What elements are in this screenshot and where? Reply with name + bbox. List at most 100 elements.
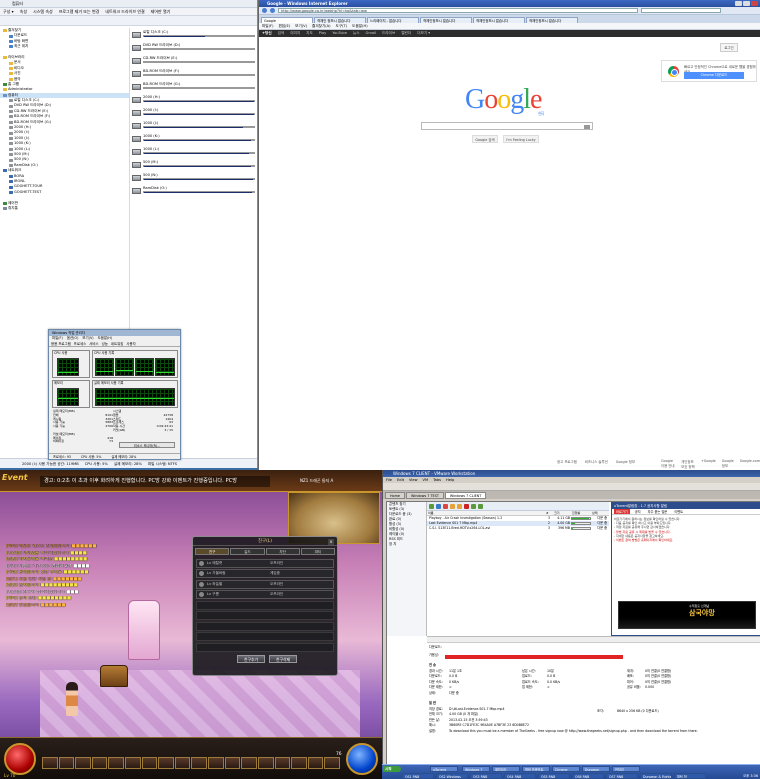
menu-item[interactable]: 편집(E) — [278, 23, 290, 29]
menu-item[interactable]: 보기(V) — [295, 23, 307, 29]
friend-tab[interactable]: 길드 — [230, 548, 265, 555]
tab-4[interactable]: 네트워킹 — [111, 341, 123, 346]
ie-tab[interactable]: 객체인정보시 없습니다 — [526, 16, 578, 23]
drive-item[interactable]: BD-ROM 드라이브 (G:) — [132, 82, 256, 95]
taskbar-button[interactable]: OS5 RNB — [538, 773, 570, 779]
google-bar-link[interactable]: 검색 — [278, 30, 285, 37]
popup-tab[interactable]: 공지 — [633, 509, 643, 514]
google-bar-link[interactable]: 드라이브 — [382, 30, 395, 37]
command-item[interactable]: 구성 ▾ — [3, 8, 14, 15]
skill-slot[interactable] — [241, 757, 257, 769]
close-icon[interactable] — [751, 1, 758, 6]
skill-slot[interactable] — [75, 757, 91, 769]
taskbar-button[interactable]: 채팅 창 — [674, 773, 706, 779]
nav-item[interactable]: 휴지통 — [0, 206, 129, 211]
add-url-icon[interactable] — [436, 503, 441, 509]
google-bar-link[interactable]: 지도 — [306, 30, 313, 37]
menu-item[interactable]: 도구(T) — [336, 23, 348, 29]
login-button[interactable]: 로그인 — [720, 43, 738, 52]
google-bar-link[interactable]: +당신 — [262, 30, 272, 37]
taskbar-button[interactable]: OS6 RNB — [572, 773, 604, 779]
footer-link[interactable]: +Google — [701, 459, 716, 469]
delete-friend-button[interactable]: 친구삭제 — [269, 655, 297, 663]
command-item[interactable]: 제어판 열기 — [151, 8, 171, 15]
treasure-chest[interactable] — [100, 665, 128, 687]
footer-link[interactable]: Google.com — [740, 459, 760, 469]
taskbar-button[interactable]: 클립보드 — [492, 766, 520, 772]
drive-item[interactable]: BD-ROM 드라이브 (F:) — [132, 69, 256, 82]
stop-icon[interactable] — [464, 503, 469, 509]
down-icon[interactable] — [478, 503, 483, 509]
vm-tab[interactable]: Windows 7 TEST — [406, 492, 444, 499]
footer-link[interactable]: 개인정보보호 정책 — [681, 459, 695, 469]
menu-item[interactable]: 파일(F) — [262, 23, 273, 29]
tab-5[interactable]: 사용자 — [126, 341, 135, 346]
google-search-input[interactable] — [421, 122, 593, 130]
skill-slot[interactable] — [324, 757, 340, 769]
skill-slot[interactable] — [91, 757, 108, 769]
drive-item[interactable]: 500 (M:) — [132, 160, 256, 173]
tab-3[interactable]: 성능 — [102, 341, 108, 346]
column-header[interactable]: 크기 — [553, 511, 571, 515]
google-bar-link[interactable]: Play — [319, 30, 327, 37]
menu-item[interactable]: File — [386, 477, 392, 483]
skill-slot[interactable] — [274, 757, 291, 769]
taskbar-button[interactable]: Windows 7 — [462, 766, 490, 772]
vm-screen[interactable]: 콘텐츠 찾기 토렌트 (3) 다운로드 중 (3) 완료 (0) 활성 (3) 비활성 (… — [386, 501, 760, 772]
start-button[interactable]: 시작 — [383, 766, 401, 772]
taskbar-button[interactable]: 명령 프롬프트 — [522, 766, 550, 772]
url-input[interactable]: http://www.google.co.kr/webhp?hl=ko&tab=… — [278, 8, 638, 13]
footer-link[interactable]: Google 정보 — [616, 459, 635, 464]
taskbar-button[interactable]: OS1 RNB — [402, 773, 434, 779]
taskbar-button[interactable]: Dungeon — [582, 766, 610, 772]
taskbar-button[interactable]: Chrome — [552, 766, 580, 772]
tab-2[interactable]: 서비스 — [89, 341, 98, 346]
tab-0[interactable]: 응용 프로그램 — [51, 341, 71, 346]
keyboard-icon[interactable] — [584, 124, 590, 129]
command-item[interactable]: 시스템 속성 — [33, 8, 53, 15]
sidebar-item[interactable]: 장 치 — [387, 542, 426, 547]
skill-slot[interactable] — [191, 757, 208, 769]
skill-slot[interactable] — [208, 757, 224, 769]
ie-search-input[interactable] — [641, 8, 721, 13]
menu-item[interactable]: VM — [423, 477, 429, 483]
drive-item[interactable]: 500 (N:) — [132, 173, 256, 186]
drive-item[interactable]: 2000 (H:) — [132, 95, 256, 108]
ie-tab[interactable]: 객체인정보시 없습니다 — [473, 16, 525, 23]
drive-item[interactable]: 1000 (L:) — [132, 147, 256, 160]
menu-item[interactable]: 즐겨찾기(A) — [312, 23, 331, 29]
google-bar-link[interactable]: YouTube — [332, 30, 347, 37]
start-icon[interactable] — [450, 503, 455, 509]
google-bar-link[interactable]: 캘린더 — [401, 30, 411, 37]
drive-item[interactable]: 로컬 디스크 (C:) — [132, 30, 256, 43]
menu-item[interactable]: Tabs — [433, 477, 441, 483]
popup-tab[interactable]: 이벤트 — [672, 509, 685, 514]
resource-monitor-button[interactable]: 리소스 모니터(R)... — [119, 442, 175, 448]
game-advertisement[interactable]: 수익창출 신개념 삼국야망 — [618, 601, 756, 629]
taskbar-button[interactable]: Dungeon & Fighter — [640, 773, 672, 779]
footer-link[interactable]: 비즈니스 솔루션 — [585, 459, 608, 464]
friend-row[interactable]: Lv 구름 오프라인 — [196, 590, 334, 599]
skill-slot[interactable] — [174, 757, 191, 769]
ie-tab[interactable]: 객체인정보시 없습니다 — [420, 16, 472, 23]
footer-link[interactable]: Google 정보 — [722, 459, 734, 469]
vm-tab[interactable]: Home — [385, 492, 406, 499]
drive-item[interactable]: 1000 (J:) — [132, 121, 256, 134]
skill-slot[interactable] — [158, 757, 174, 769]
feeling-lucky-button[interactable]: I'm Feeling Lucky — [503, 135, 539, 143]
friend-row[interactable]: Lv 메탈캣 오프라인 — [196, 558, 334, 568]
drive-item[interactable]: CD-RW 드라이브 (E:) — [132, 56, 256, 69]
popup-tab[interactable]: 자주 묻는 질문 — [646, 509, 670, 514]
drive-item[interactable]: 1000 (K:) — [132, 134, 256, 147]
column-header[interactable]: # — [545, 511, 553, 515]
footer-link[interactable]: 광고 프로그램 — [557, 459, 577, 464]
friend-tab[interactable]: 친구 — [195, 548, 230, 555]
taskbar-button[interactable]: uTorrent — [430, 766, 458, 772]
google-search-button[interactable]: Google 검색 — [472, 135, 498, 143]
taskbar-button[interactable]: OS7 RNB — [606, 773, 638, 779]
delete-icon[interactable] — [443, 503, 448, 509]
add-friend-button[interactable]: 친구추가 — [237, 655, 265, 663]
skill-slot[interactable] — [257, 757, 274, 769]
popup-tab[interactable]: 바로가기 — [614, 509, 630, 514]
command-item[interactable]: 속성 — [20, 8, 27, 15]
